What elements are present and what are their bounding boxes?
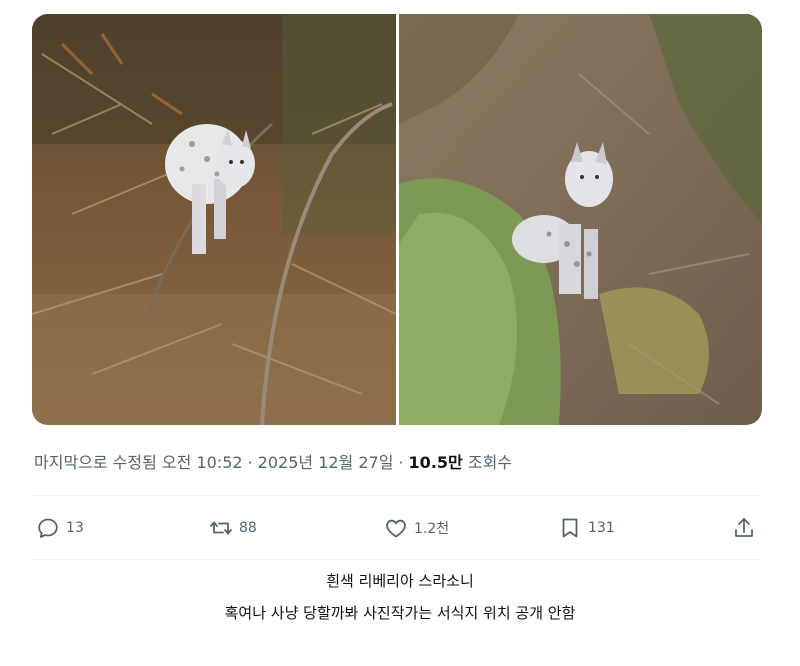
views-count: 10.5만	[408, 453, 463, 472]
retweet-count: 88	[239, 520, 257, 536]
reply-icon	[38, 518, 58, 538]
lynx-photo-forest[interactable]	[32, 14, 396, 425]
post-date[interactable]: 2025년 12월 27일	[258, 453, 394, 472]
lynx-photo-hillside[interactable]	[399, 14, 762, 425]
retweet-icon	[210, 521, 232, 535]
heart-icon	[386, 519, 406, 538]
meta-separator: ·	[247, 453, 253, 472]
retweet-button[interactable]: 88	[209, 511, 257, 545]
like-button[interactable]: 1.2천	[384, 511, 449, 545]
tweet-metadata: 마지막으로 수정됨 오전 10:52 · 2025년 12월 27일 · 10.5만 조…	[34, 449, 512, 473]
divider	[32, 495, 762, 496]
bookmark-button[interactable]: 131	[558, 511, 615, 545]
tweet-media-grid	[32, 14, 762, 425]
reply-button[interactable]: 13	[36, 511, 84, 545]
views-label: 조회수	[467, 453, 513, 472]
bookmark-icon	[562, 518, 578, 538]
reply-count: 13	[66, 520, 84, 536]
meta-separator: ·	[398, 453, 404, 472]
edited-timestamp[interactable]: 마지막으로 수정됨 오전 10:52	[34, 453, 243, 472]
divider	[32, 559, 762, 560]
bookmark-count: 131	[588, 520, 615, 536]
share-icon	[735, 518, 753, 537]
tweet-action-bar: 13 88 1.2천 131	[32, 511, 762, 545]
share-button[interactable]	[732, 511, 762, 545]
lynx-photo-forest-image	[32, 14, 396, 425]
like-count: 1.2천	[414, 521, 450, 537]
caption-subtitle: 혹여나 사냥 당할까봐 사진작가는 서식지 위치 공개 안함	[224, 604, 576, 622]
caption-title: 흰색 리베리아 스라소니	[326, 572, 474, 590]
lynx-photo-hillside-image	[399, 14, 762, 425]
